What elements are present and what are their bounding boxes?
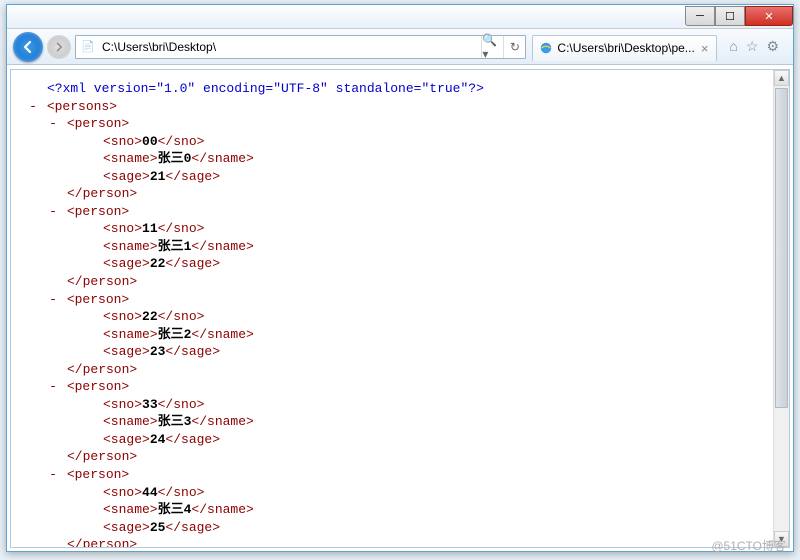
tab-strip: C:\Users\bri\Desktop\pe... ×	[532, 33, 717, 61]
xml-line: </person>	[27, 536, 757, 547]
xml-line: <sname>张三0</sname>	[27, 150, 757, 168]
xml-line: <sage>24</sage>	[27, 431, 757, 449]
back-button[interactable]	[13, 32, 43, 62]
arrow-left-icon	[20, 39, 36, 55]
collapse-toggle-icon[interactable]: -	[47, 378, 59, 396]
xml-line: - <persons>	[27, 98, 757, 116]
xml-line: <sage>25</sage>	[27, 519, 757, 537]
xml-line: <sno>44</sno>	[27, 484, 757, 502]
xml-line: <sage>23</sage>	[27, 343, 757, 361]
tab-close-button[interactable]: ×	[699, 41, 711, 56]
xml-line: <?xml version="1.0" encoding="UTF-8" sta…	[27, 80, 757, 98]
xml-line: </person>	[27, 361, 757, 379]
browser-window: ─ ☐ ✕ 📄 🔍 ▾ ↻ C:\Users\bri\Desktop\pe...…	[6, 4, 794, 552]
xml-line: <sname>张三1</sname>	[27, 238, 757, 256]
minimize-button[interactable]: ─	[685, 6, 715, 26]
arrow-right-icon	[53, 41, 65, 53]
xml-line: <sage>21</sage>	[27, 168, 757, 186]
xml-line: <sno>00</sno>	[27, 133, 757, 151]
xml-line: </person>	[27, 448, 757, 466]
xml-tree-view: <?xml version="1.0" encoding="UTF-8" sta…	[11, 70, 773, 547]
home-icon[interactable]: ⌂	[729, 38, 737, 55]
address-input[interactable]	[100, 40, 481, 54]
xml-line: <sno>11</sno>	[27, 220, 757, 238]
xml-line: - <person>	[27, 115, 757, 133]
watermark: @51CTO博客	[711, 537, 786, 554]
vertical-scrollbar[interactable]: ▲ ▼	[773, 70, 789, 547]
navbar: 📄 🔍 ▾ ↻ C:\Users\bri\Desktop\pe... × ⌂ ☆…	[7, 29, 793, 65]
xml-line: <sname>张三2</sname>	[27, 326, 757, 344]
scroll-thumb[interactable]	[775, 88, 788, 408]
tab-active[interactable]: C:\Users\bri\Desktop\pe... ×	[532, 35, 717, 61]
toolbar-icons: ⌂ ☆ ⚙	[721, 38, 787, 55]
collapse-toggle-icon[interactable]: -	[47, 466, 59, 484]
xml-line: - <person>	[27, 378, 757, 396]
content-area: <?xml version="1.0" encoding="UTF-8" sta…	[10, 69, 790, 548]
xml-line: <sname>张三4</sname>	[27, 501, 757, 519]
forward-button	[47, 35, 71, 59]
xml-line: <sage>22</sage>	[27, 255, 757, 273]
ie-icon	[539, 41, 553, 55]
xml-line: <sname>张三3</sname>	[27, 413, 757, 431]
settings-gear-icon[interactable]: ⚙	[766, 38, 779, 55]
maximize-button[interactable]: ☐	[715, 6, 745, 26]
xml-line: - <person>	[27, 203, 757, 221]
address-bar[interactable]: 📄 🔍 ▾ ↻	[75, 35, 526, 59]
xml-line: </person>	[27, 185, 757, 203]
scroll-up-button[interactable]: ▲	[774, 70, 789, 86]
window-buttons: ─ ☐ ✕	[685, 7, 793, 26]
collapse-toggle-icon[interactable]: -	[47, 115, 59, 133]
collapse-toggle-icon[interactable]: -	[47, 203, 59, 221]
xml-line: - <person>	[27, 291, 757, 309]
refresh-button[interactable]: ↻	[503, 36, 525, 58]
page-icon: 📄	[80, 39, 96, 55]
xml-line: </person>	[27, 273, 757, 291]
xml-line: - <person>	[27, 466, 757, 484]
collapse-toggle-icon[interactable]: -	[27, 98, 39, 116]
search-dropdown-icon[interactable]: 🔍 ▾	[481, 36, 503, 58]
xml-line: <sno>33</sno>	[27, 396, 757, 414]
favorites-icon[interactable]: ☆	[746, 38, 759, 55]
tab-title: C:\Users\bri\Desktop\pe...	[557, 41, 694, 55]
collapse-toggle-icon[interactable]: -	[47, 291, 59, 309]
titlebar: ─ ☐ ✕	[7, 5, 793, 29]
close-button[interactable]: ✕	[745, 6, 793, 26]
xml-line: <sno>22</sno>	[27, 308, 757, 326]
